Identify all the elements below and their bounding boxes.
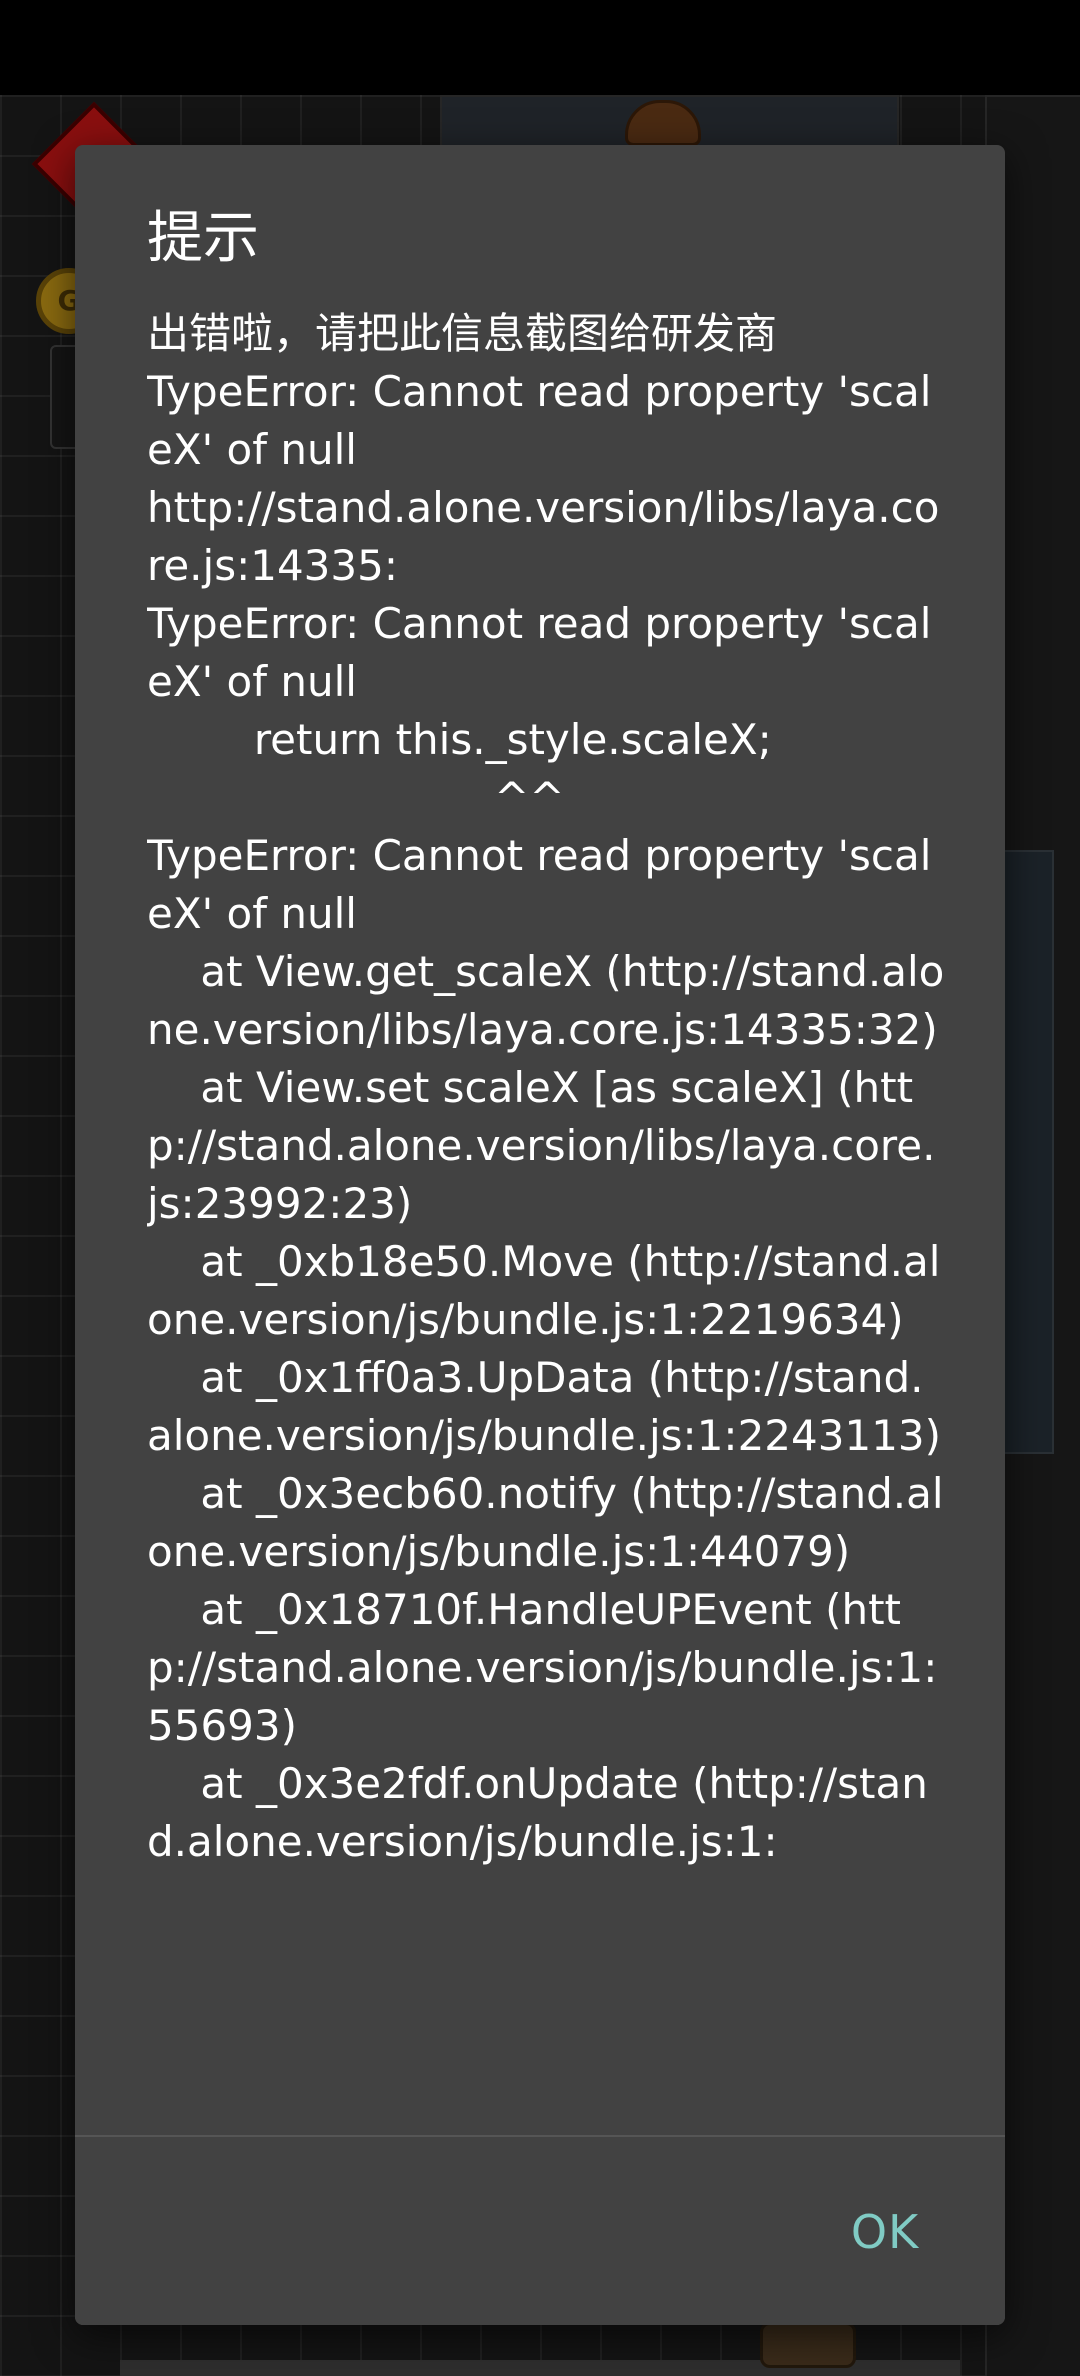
dialog-message-scroll[interactable]: 出错啦，请把此信息截图给研发商 TypeError: Cannot read p…: [147, 305, 947, 2285]
error-dialog: 提示 出错啦，请把此信息截图给研发商 TypeError: Cannot rea…: [75, 145, 1005, 2325]
bottom-decoration-icon: [760, 2322, 856, 2368]
screen: G 提示 出错啦，请把此信息截图给研发商 TypeError: Cannot r…: [0, 0, 1080, 2376]
dialog-title: 提示: [147, 206, 259, 271]
ok-button[interactable]: OK: [825, 2187, 945, 2277]
status-bar: [0, 0, 1080, 95]
dialog-message: 出错啦，请把此信息截图给研发商 TypeError: Cannot read p…: [147, 309, 945, 1866]
dialog-actions: OK: [75, 2137, 1005, 2325]
